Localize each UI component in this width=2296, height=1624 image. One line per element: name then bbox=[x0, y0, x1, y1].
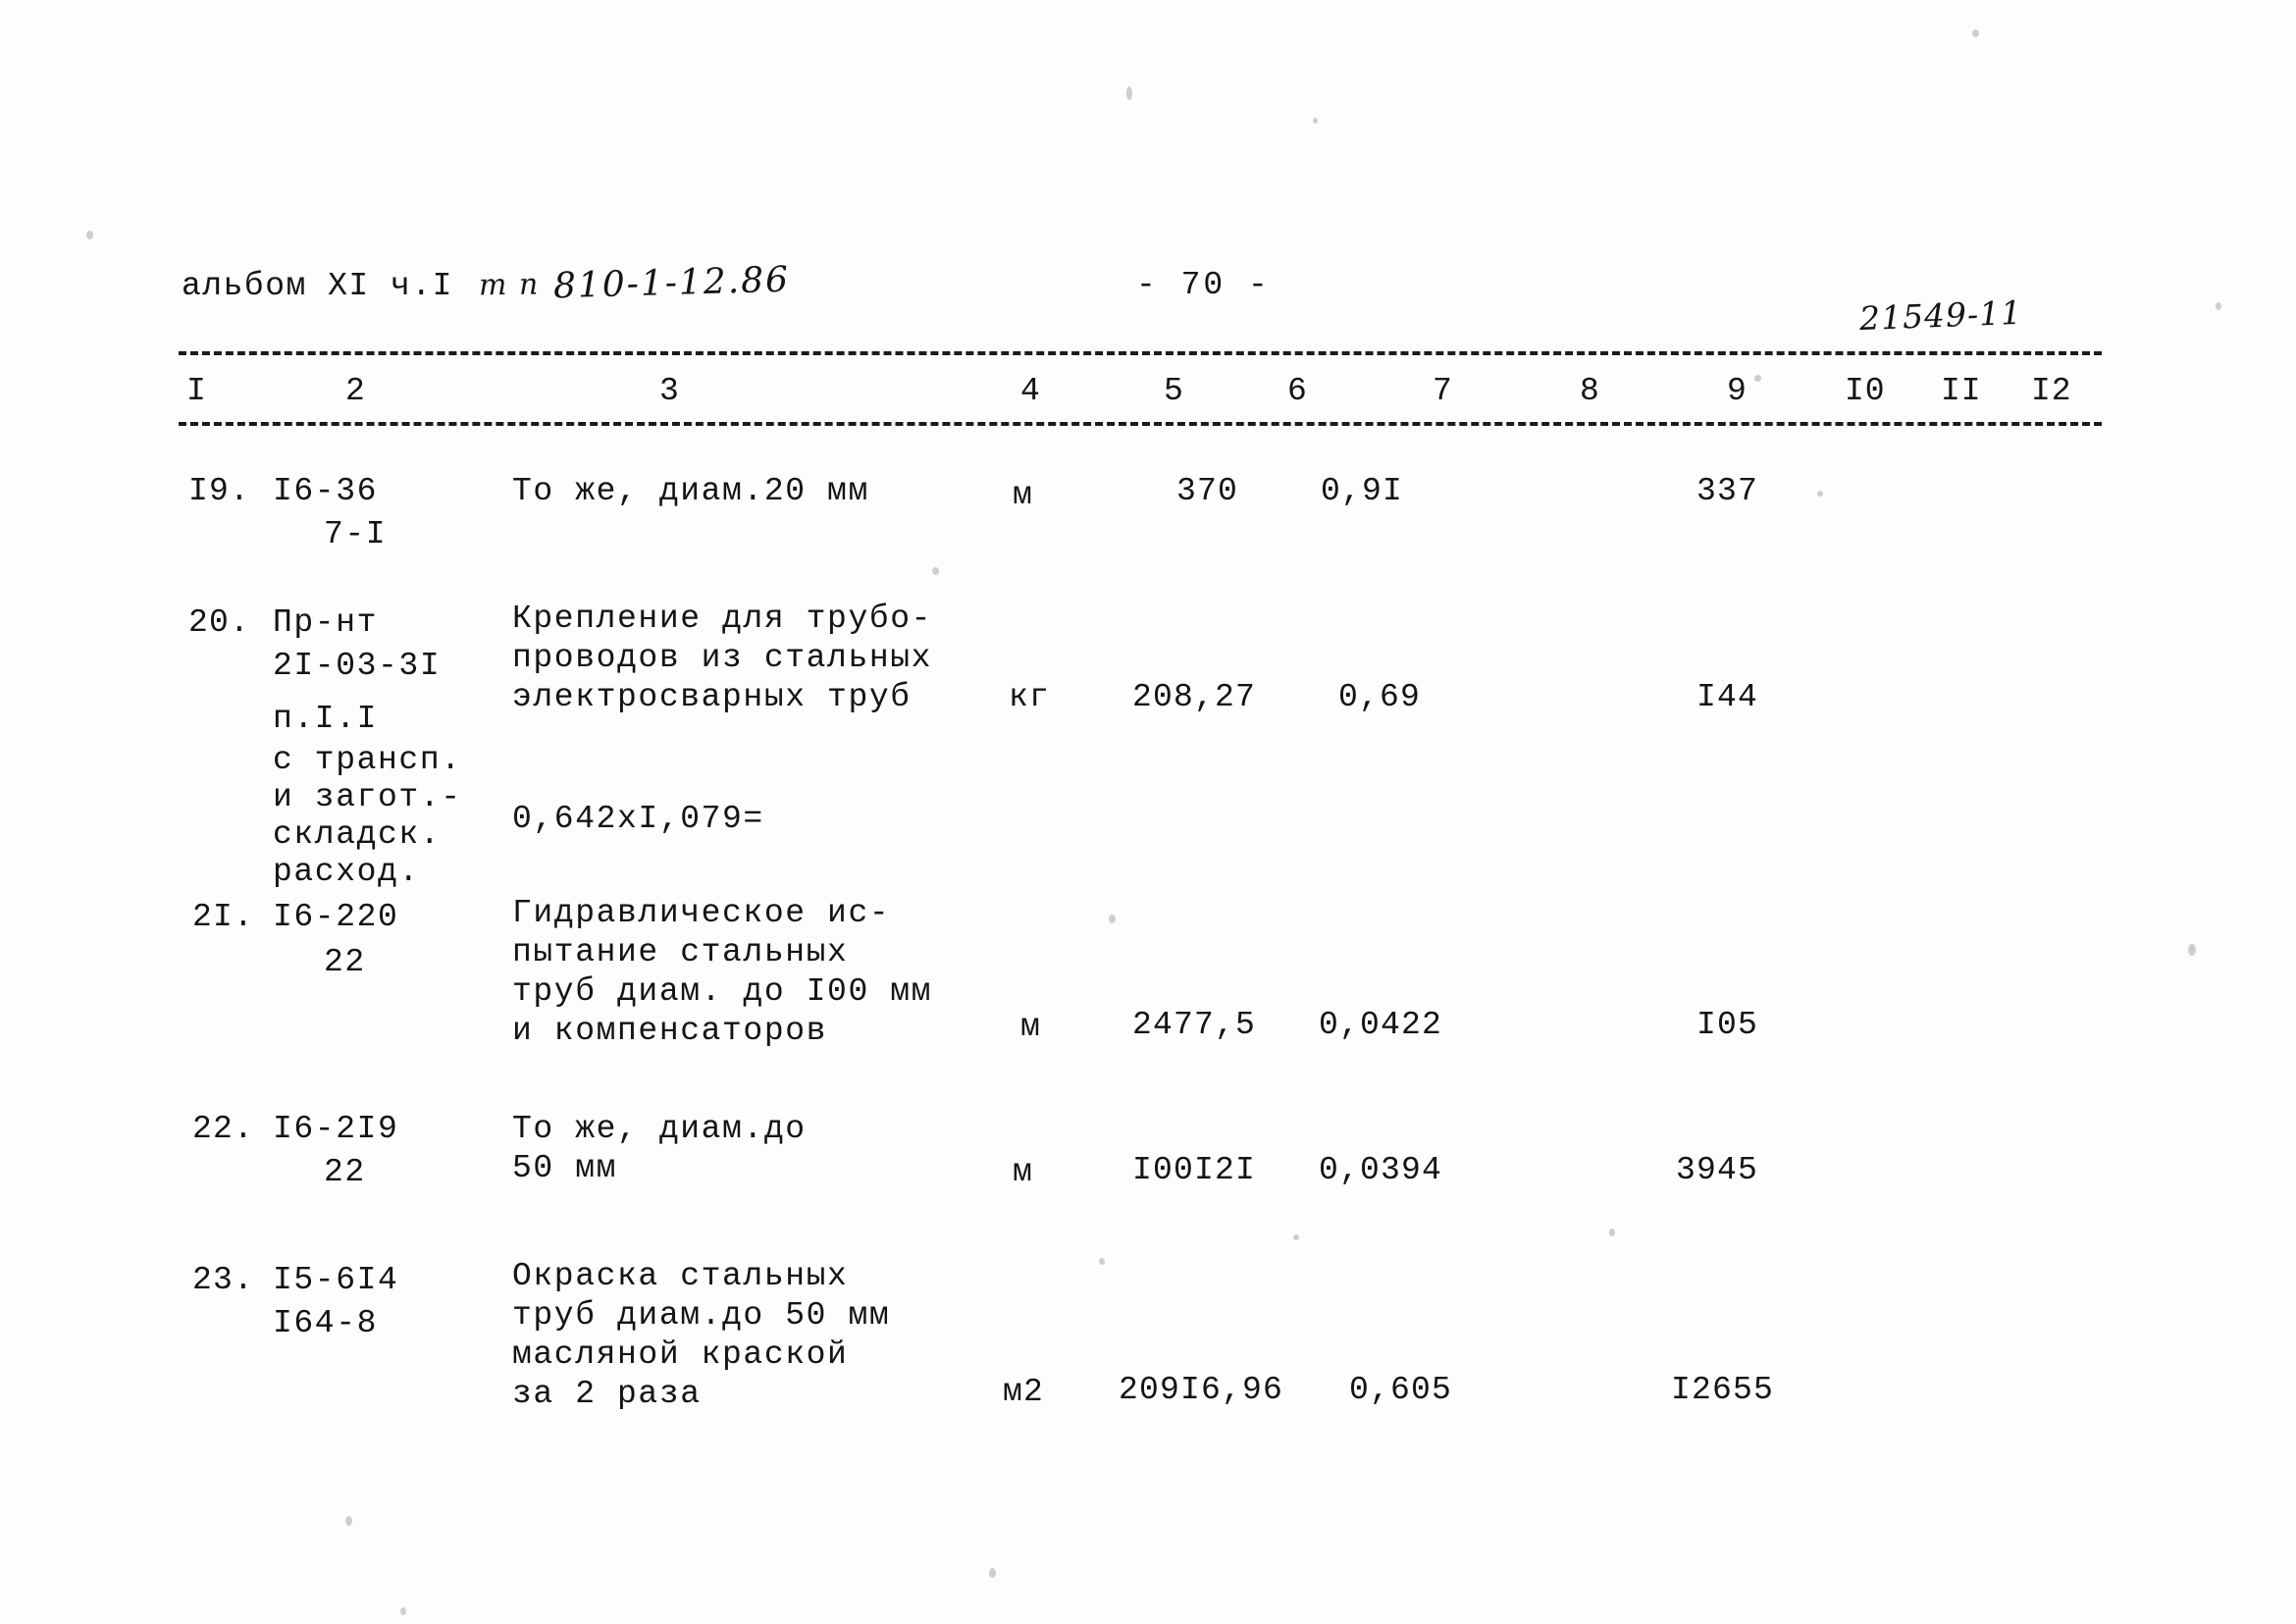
scanned-document-page: альбом XI ч.I т п 810-1-12.86 - 70 - 21549… bbox=[0, 0, 2296, 1624]
scan-speckle bbox=[1754, 375, 1761, 382]
row-total: I44 bbox=[1696, 679, 1758, 715]
row-index: 22. bbox=[192, 1111, 255, 1147]
row-unit: м bbox=[1013, 1154, 1034, 1190]
stamp-number-handwritten: 21549-11 bbox=[1858, 292, 2023, 339]
table-rule-top bbox=[179, 351, 2102, 355]
row-quantity: 208,27 bbox=[1131, 679, 1256, 715]
column-header-1: I bbox=[186, 373, 207, 409]
row-total: 337 bbox=[1696, 473, 1758, 509]
row-code-line: Пр-нт bbox=[273, 604, 379, 641]
row-total: I05 bbox=[1696, 1007, 1758, 1043]
row-code-line: I6-36 bbox=[273, 473, 379, 509]
doc-code-handwritten: 810-1-12.86 bbox=[552, 259, 791, 307]
row-unit: м bbox=[1013, 477, 1034, 513]
column-header-7: 7 bbox=[1433, 373, 1453, 409]
scan-speckle bbox=[400, 1607, 406, 1615]
row-code-line: I6-2I9 bbox=[273, 1111, 399, 1147]
scan-speckle bbox=[1293, 1234, 1299, 1240]
column-header-4: 4 bbox=[1020, 373, 1041, 409]
album-label: альбом XI ч.I bbox=[182, 268, 453, 304]
row-unit: м bbox=[1020, 1009, 1042, 1045]
scan-speckle bbox=[989, 1568, 996, 1578]
row-rate: 0,0422 bbox=[1318, 1007, 1442, 1043]
row-code-line: 22 bbox=[324, 944, 366, 980]
scan-speckle bbox=[345, 1516, 352, 1526]
scan-speckle bbox=[1109, 915, 1116, 923]
scan-speckle bbox=[1817, 491, 1823, 497]
column-header-9: 9 bbox=[1727, 373, 1748, 409]
row-rate: 0,0394 bbox=[1318, 1152, 1442, 1188]
scan-speckle bbox=[86, 231, 93, 239]
row-description: и компенсаторов bbox=[512, 1013, 828, 1049]
column-header-12: I2 bbox=[2031, 373, 2072, 409]
scan-speckle bbox=[1609, 1229, 1615, 1236]
row-index: 20. bbox=[188, 604, 251, 641]
row-unit: кг bbox=[1009, 679, 1051, 715]
row-rate: 0,69 bbox=[1337, 679, 1421, 715]
row-code-line: I6-220 bbox=[273, 899, 399, 935]
row-description: за 2 раза bbox=[512, 1376, 702, 1412]
table-rule-bottom bbox=[179, 422, 2102, 426]
row-total: I2655 bbox=[1670, 1372, 1774, 1408]
column-header-8: 8 bbox=[1580, 373, 1600, 409]
row-description: электросварных труб bbox=[512, 679, 912, 715]
row-description: 50 мм bbox=[512, 1150, 618, 1186]
scan-speckle bbox=[1126, 86, 1132, 100]
column-header-5: 5 bbox=[1164, 373, 1184, 409]
scan-speckle bbox=[1972, 29, 1979, 37]
row-index: I9. bbox=[188, 473, 251, 509]
column-header-2: 2 bbox=[345, 373, 366, 409]
row-quantity: 370 bbox=[1175, 473, 1238, 509]
row-rate: 0,9I bbox=[1320, 473, 1403, 509]
column-header-3: 3 bbox=[659, 373, 680, 409]
row-quantity: 209I6,96 bbox=[1118, 1372, 1283, 1408]
row-total: 3945 bbox=[1675, 1152, 1758, 1188]
row-code-line: п.I.I bbox=[273, 701, 379, 737]
page-number: - 70 - bbox=[1136, 267, 1271, 303]
row-quantity: 2477,5 bbox=[1131, 1007, 1256, 1043]
row-index: 2I. bbox=[192, 899, 255, 935]
row-formula: 0,642xI,079= bbox=[512, 801, 764, 837]
tp-label: т п bbox=[478, 267, 541, 303]
scan-speckle bbox=[1099, 1258, 1105, 1265]
scan-speckle bbox=[932, 567, 939, 575]
row-code-line: I64-8 bbox=[273, 1305, 379, 1341]
column-header-11: II bbox=[1941, 373, 1982, 409]
scan-speckle bbox=[2216, 302, 2221, 310]
row-code-line: 7-I bbox=[324, 516, 388, 552]
row-description: То же, диам.20 мм bbox=[512, 473, 869, 509]
scan-speckle bbox=[1313, 118, 1318, 124]
column-header-10: I0 bbox=[1845, 373, 1886, 409]
row-index: 23. bbox=[192, 1262, 255, 1298]
row-rate: 0,605 bbox=[1348, 1372, 1452, 1408]
row-code-line: 2I-03-3I bbox=[273, 648, 442, 684]
scan-speckle bbox=[2188, 944, 2196, 956]
row-quantity: I00I2I bbox=[1131, 1152, 1256, 1188]
album-header: альбом XI ч.I т п 810-1-12.86 bbox=[182, 259, 791, 307]
row-code-line: 22 bbox=[324, 1154, 366, 1190]
row-code-line: I5-6I4 bbox=[273, 1262, 399, 1298]
column-header-6: 6 bbox=[1287, 373, 1308, 409]
row-code-line: расход. bbox=[273, 854, 420, 890]
